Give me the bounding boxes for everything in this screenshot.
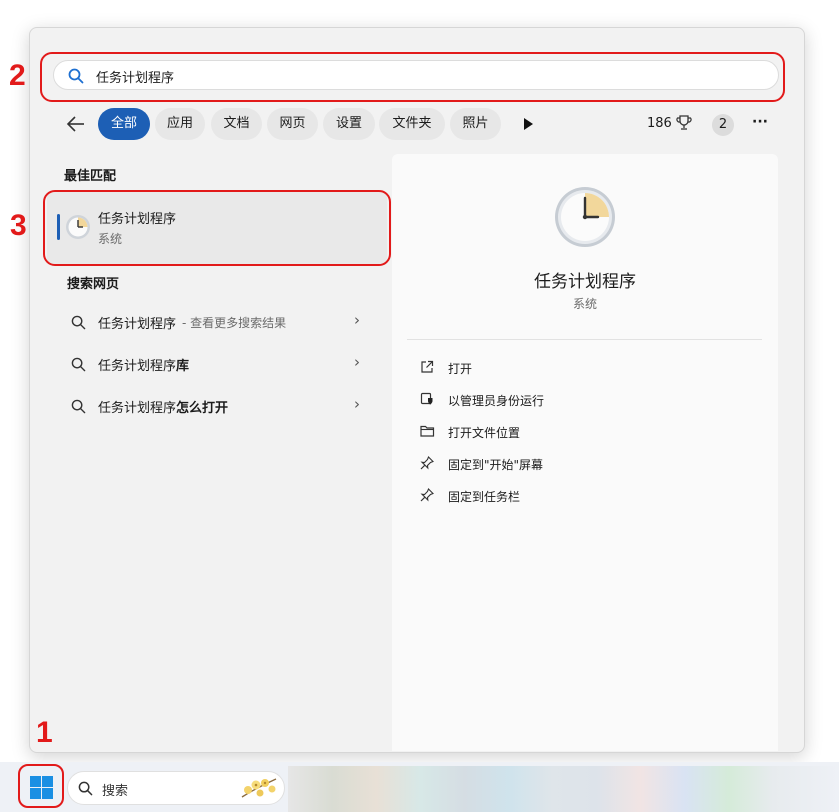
- web-result-text: 任务计划程序怎么打开: [98, 401, 229, 416]
- annotation-number-2: 2: [9, 59, 26, 92]
- detail-pane: 任务计划程序 系统 打开 以管理员身份运行 打开文件位置 固定到"开始"屏幕 固…: [392, 154, 778, 751]
- annotation-number-1: 1: [36, 716, 53, 749]
- annotation-number-3: 3: [10, 209, 27, 242]
- annotation-box-best-match: [43, 190, 391, 266]
- web-result-item[interactable]: 任务计划程序库 ›: [58, 347, 380, 381]
- chevron-right-icon: ›: [354, 353, 360, 371]
- search-query-text: 任务计划程序: [96, 71, 175, 86]
- action-open-file-location[interactable]: 打开文件位置: [412, 419, 752, 445]
- web-result-item[interactable]: 任务计划程序怎么打开 ›: [58, 389, 380, 423]
- folder-icon: [420, 425, 435, 437]
- search-input[interactable]: 任务计划程序: [53, 60, 779, 90]
- best-match-heading: 最佳匹配: [64, 169, 117, 184]
- web-search-heading: 搜索网页: [67, 277, 120, 292]
- action-pin-to-taskbar[interactable]: 固定到任务栏: [412, 483, 752, 509]
- pin-icon: [420, 456, 434, 470]
- search-icon: [71, 315, 86, 330]
- action-pin-to-taskbar-label: 固定到任务栏: [448, 490, 521, 504]
- search-icon: [71, 399, 86, 414]
- detail-subtitle: 系统: [572, 297, 597, 311]
- filter-tab-web[interactable]: 网页: [267, 108, 318, 140]
- filter-tab-documents[interactable]: 文档: [211, 108, 262, 140]
- search-icon: [68, 68, 84, 84]
- filter-tab-photos[interactable]: 照片: [450, 108, 501, 140]
- open-external-icon: [421, 360, 434, 373]
- pin-icon: [420, 488, 434, 502]
- task-scheduler-large-icon: [555, 187, 615, 247]
- filter-tab-apps[interactable]: 应用: [155, 108, 205, 140]
- search-highlight-flower-icon: [241, 778, 277, 798]
- divider: [407, 339, 762, 340]
- action-pin-to-start[interactable]: 固定到"开始"屏幕: [412, 451, 752, 477]
- more-options-icon[interactable]: ···: [752, 114, 768, 130]
- trophy-icon[interactable]: [676, 114, 692, 132]
- filter-tab-folders[interactable]: 文件夹: [379, 108, 445, 140]
- web-result-text: 任务计划程序: [98, 317, 177, 332]
- web-result-suffix: - 查看更多搜索结果: [182, 316, 287, 330]
- account-badge[interactable]: 2: [712, 114, 734, 136]
- action-open-label: 打开: [448, 362, 473, 376]
- back-arrow-icon[interactable]: [66, 115, 86, 133]
- action-pin-to-start-label: 固定到"开始"屏幕: [448, 458, 544, 472]
- filter-tab-settings[interactable]: 设置: [323, 108, 375, 140]
- taskbar-search-box[interactable]: 搜索: [67, 771, 285, 805]
- taskbar-apps-blurred: [288, 766, 839, 812]
- rewards-points: 186: [647, 116, 672, 131]
- action-run-as-admin[interactable]: 以管理员身份运行: [412, 387, 752, 413]
- web-result-text: 任务计划程序库: [98, 359, 190, 374]
- taskbar-search-placeholder: 搜索: [102, 784, 129, 799]
- web-result-item[interactable]: 任务计划程序 - 查看更多搜索结果 ›: [58, 305, 380, 339]
- detail-title: 任务计划程序: [534, 272, 636, 292]
- annotation-box-start: [18, 764, 64, 808]
- action-open-file-location-label: 打开文件位置: [448, 426, 521, 440]
- filter-tab-all[interactable]: 全部: [98, 108, 150, 140]
- action-run-as-admin-label: 以管理员身份运行: [448, 394, 545, 408]
- play-more-icon[interactable]: [522, 117, 534, 131]
- search-icon: [71, 357, 86, 372]
- chevron-right-icon: ›: [354, 395, 360, 413]
- chevron-right-icon: ›: [354, 311, 360, 329]
- search-icon: [78, 781, 93, 796]
- action-open[interactable]: 打开: [412, 355, 752, 381]
- shield-admin-icon: [420, 392, 433, 405]
